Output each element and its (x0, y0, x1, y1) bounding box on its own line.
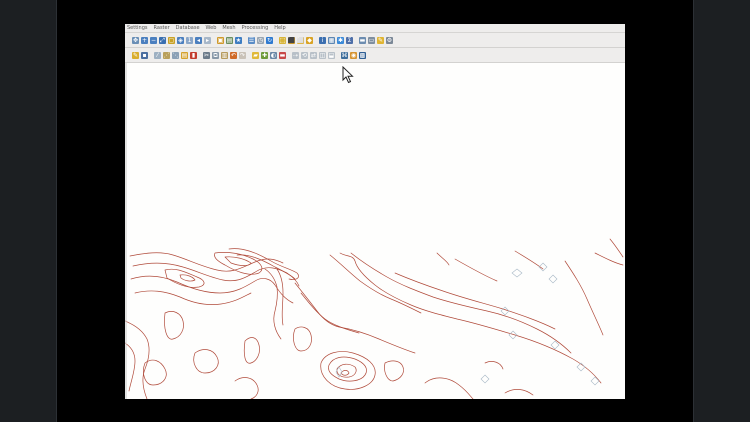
mouse-cursor-icon (342, 66, 354, 84)
new-map-view-icon[interactable]: ▣ (217, 36, 224, 44)
refresh-icon[interactable]: ↻ (266, 36, 273, 44)
zoom-selection-icon[interactable]: ▢ (168, 36, 175, 44)
menu-web[interactable]: Web (206, 24, 217, 33)
zoom-last-icon[interactable]: ◂ (195, 36, 202, 44)
menu-bar: Settings Raster Database Web Mesh Proces… (125, 24, 625, 33)
save-edits-icon[interactable]: ▪ (141, 51, 148, 59)
settings-tool-icon[interactable]: ⚙ (386, 36, 393, 44)
menu-database[interactable]: Database (176, 24, 200, 33)
label-move-icon[interactable]: ⇢ (292, 51, 299, 59)
select-location-icon[interactable]: ◆ (306, 36, 313, 44)
delete-selected-icon[interactable]: ▮ (190, 51, 197, 59)
qgis-window: Settings Raster Database Web Mesh Proces… (125, 24, 625, 399)
attribute-table-icon[interactable]: ▦ (328, 36, 335, 44)
annotation-icon[interactable]: ▭ (368, 36, 375, 44)
toggle-editing-icon[interactable]: ✎ (132, 51, 139, 59)
cut-features-icon[interactable]: ✂ (203, 51, 210, 59)
map-tips-icon[interactable]: ✎ (377, 36, 384, 44)
measure-icon[interactable]: ▬ (359, 36, 366, 44)
field-calculator-icon[interactable]: ✱ (337, 36, 344, 44)
contour-lines (125, 63, 624, 399)
undo-icon[interactable]: ↶ (230, 51, 237, 59)
zoom-layer-icon[interactable]: ◈ (177, 36, 184, 44)
left-desktop-panel (0, 0, 57, 422)
zoom-full-icon[interactable]: ⤢ (159, 36, 166, 44)
zoom-native-icon[interactable]: 1 (186, 36, 193, 44)
menu-raster[interactable]: Raster (154, 24, 170, 33)
multi-edit-icon[interactable]: ▤ (181, 51, 188, 59)
show-bookmarks-icon[interactable]: ☰ (248, 36, 255, 44)
digitizing-toolbar: ✎ ▪ ⁄ ⋰ ⋱ ▤ ▮ ✂ ⧉ ▥ ↶ ↷ ▰ ✚ ◐ ▬ ⇢ ⟲ ⇄ ◫ ⬓ ⌘ ◉ ▩ (125, 48, 625, 63)
copy-features-icon[interactable]: ⧉ (212, 51, 219, 59)
menu-help[interactable]: Help (274, 24, 285, 33)
vertex-tool-icon[interactable]: ⋰ (163, 51, 170, 59)
open-street-map-icon[interactable]: ◉ (350, 51, 357, 59)
label-show-icon[interactable]: ▬ (279, 51, 286, 59)
identify-features-icon[interactable]: ⬚ (279, 36, 286, 44)
label-rotate-icon[interactable]: ⟲ (301, 51, 308, 59)
new-3d-view-icon[interactable]: ▤ (226, 36, 233, 44)
modify-attributes-icon[interactable]: ⋱ (172, 51, 179, 59)
paste-features-icon[interactable]: ▥ (221, 51, 228, 59)
identify-icon[interactable]: i (319, 36, 326, 44)
temporal-icon[interactable]: ◷ (257, 36, 264, 44)
select-features-icon[interactable]: ⬛ (288, 36, 295, 44)
plugins-icon[interactable]: ✚ (261, 51, 268, 59)
digitize-line-icon[interactable]: ⁄ (154, 51, 161, 59)
map-navigation-toolbar: ✥ + − ⤢ ▢ ◈ 1 ◂ ▸ ▣ ▤ ★ ☰ ◷ ↻ ⬚ ⬛ ⬜ ◆ i ▦ ✱ Σ ▬ ▭ ✎ ⚙ (125, 33, 625, 48)
pan-map-icon[interactable]: ✥ (132, 36, 139, 44)
python-console-icon[interactable]: ⌘ (341, 51, 348, 59)
label-pin-icon[interactable]: ◐ (270, 51, 277, 59)
statistics-icon[interactable]: Σ (346, 36, 353, 44)
menu-mesh[interactable]: Mesh (222, 24, 235, 33)
redo-icon[interactable]: ↷ (239, 51, 246, 59)
menu-settings[interactable]: Settings (127, 24, 148, 33)
zoom-next-icon[interactable]: ▸ (204, 36, 211, 44)
map-canvas[interactable] (125, 63, 625, 399)
label-tool-icon[interactable]: ▰ (252, 51, 259, 59)
label-change-icon[interactable]: ⇄ (310, 51, 317, 59)
zoom-in-icon[interactable]: + (141, 36, 148, 44)
label-diagram-icon[interactable]: ◫ (319, 51, 326, 59)
zoom-out-icon[interactable]: − (150, 36, 157, 44)
label-callout-icon[interactable]: ⬓ (328, 51, 335, 59)
georeferencer-icon[interactable]: ▩ (359, 51, 366, 59)
menu-processing[interactable]: Processing (242, 24, 269, 33)
right-desktop-panel (693, 0, 750, 422)
deselect-features-icon[interactable]: ⬜ (297, 36, 304, 44)
bookmark-icon[interactable]: ★ (235, 36, 242, 44)
